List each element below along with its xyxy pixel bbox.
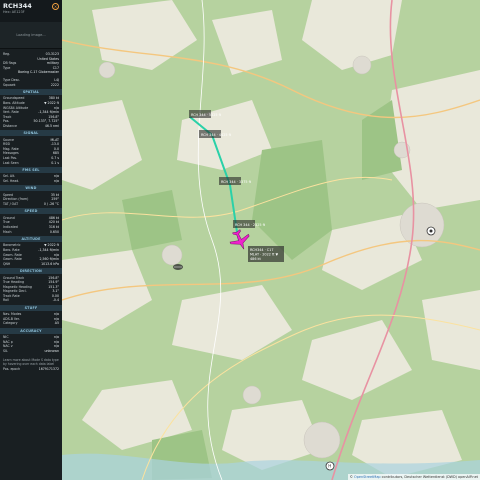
aircraft-photo-placeholder: Loading image... <box>0 22 62 49</box>
signal-label: Last Seen <box>3 160 19 165</box>
detail-sections: SPATIAL Groundspeed 380 kt Baro. Altitude ▼ … <box>0 88 62 354</box>
signal-row: Last Seen 0.1 s <box>0 161 62 166</box>
callsign-text: RCH344 <box>3 2 32 10</box>
info-value: Boeing C-17 Globemaster <box>17 70 59 75</box>
direction-value: -0.4 <box>52 298 59 303</box>
wind-value: 0 / -26 °C <box>43 202 59 206</box>
trail-label-4: RCH 344 · 2325 ft <box>235 223 266 227</box>
pos-epoch-label: Pos. epoch <box>3 366 21 371</box>
heliport-icon: H <box>325 461 335 471</box>
trail-label-2: RCH 344 · 4425 ft <box>201 133 232 137</box>
section-header-direction[interactable]: DIRECTION <box>0 267 62 274</box>
section-header-speed[interactable]: SPEED <box>0 208 62 215</box>
spatial-row: Distance 46.5 nmi <box>0 124 62 129</box>
fms-label: Sel. Head. <box>3 179 20 184</box>
wind-label: TAT / OAT <box>3 202 19 206</box>
section-header-altitude[interactable]: ALTITUDE <box>0 235 62 242</box>
type-info-list: Type Desc. L4J Squawk 2222 <box>0 78 62 87</box>
section-header-wind[interactable]: WIND <box>0 185 62 192</box>
type-label: Squawk <box>3 82 16 87</box>
section-header-fms[interactable]: FMS SEL <box>0 166 62 173</box>
stuff-row: Category A5 <box>0 321 62 326</box>
map-canvas[interactable]: RCH 344 · 5325 ft RCH 344 · 4425 ft RCH … <box>62 0 480 480</box>
aircraft-label: RCH344 · C17 MLAT · 2022 ft ▼ 486 kt <box>248 246 284 262</box>
altitude-value: 1013.6 hPa <box>41 261 59 266</box>
type-value: 2222 <box>50 82 59 87</box>
direction-label: Roll <box>3 298 9 303</box>
trail-label-3: RCH 344 · 3375 ft <box>221 180 252 184</box>
pos-epoch-row: Pos. epoch 1679171372 <box>0 367 62 372</box>
type-row: Squawk 2222 <box>0 83 62 88</box>
spatial-label: Distance <box>3 123 17 128</box>
signal-value: 0.1 s <box>51 160 59 165</box>
hex-code-text: Hex: AE123F <box>3 10 25 14</box>
accuracy-label: SIL <box>3 349 8 353</box>
map-view[interactable]: RCH 344 · 5325 ft RCH 344 · 4425 ft RCH … <box>62 0 480 480</box>
section-header-stuff[interactable]: STUFF <box>0 304 62 311</box>
altitude-label: QNH <box>3 261 11 266</box>
section-header-spatial[interactable]: SPATIAL <box>0 88 62 95</box>
map-attribution: © OpenStreetMap contributors, Deutscher … <box>347 474 480 480</box>
pos-epoch-value: 1679171372 <box>38 366 59 371</box>
aircraft-label-line2: MLAT · 2022 ft ▼ <box>250 253 279 257</box>
airfield-icon <box>173 264 183 270</box>
aircraft-details-panel: RCH344 Hex: AE123F × Loading image... Re… <box>0 0 63 480</box>
section-header-accuracy[interactable]: ACCURACY <box>0 327 62 334</box>
info-label: Type <box>3 65 11 70</box>
aircraft-label-line3: 486 kt <box>250 257 262 261</box>
fms-row: Sel. Head. n/a <box>0 179 62 184</box>
close-icon[interactable]: × <box>52 3 59 10</box>
stuff-label: Category <box>3 321 18 326</box>
svg-text:H: H <box>328 464 331 469</box>
info-label: Reg. <box>3 52 11 56</box>
speed-value: 0.650 <box>49 229 59 234</box>
speed-row: Mach 0.650 <box>0 230 62 235</box>
altitude-row: QNH 1013.6 hPa <box>0 262 62 267</box>
osm-link[interactable]: OpenStreetMap <box>354 475 381 479</box>
section-header-signal[interactable]: SIGNAL <box>0 130 62 137</box>
wind-row: TAT / OAT 0 / -26 °C <box>0 202 62 207</box>
panel-header: RCH344 Hex: AE123F × <box>0 0 62 22</box>
trail-label-1: RCH 344 · 5325 ft <box>191 113 222 117</box>
airport-icon <box>426 226 436 236</box>
speed-label: Mach <box>3 229 12 234</box>
fms-value: n/a <box>53 179 59 184</box>
aircraft-info-list: Reg. 03-3123 United States DB flags military… <box>0 52 62 75</box>
spatial-value: 46.5 nmi <box>44 123 59 128</box>
stuff-value: A5 <box>54 321 59 326</box>
aircraft-label-line1: RCH344 · C17 <box>250 248 274 252</box>
attribution-rest: contributors, Deutscher Wetterdienst (DW… <box>380 475 478 479</box>
accuracy-value: unknown <box>44 349 59 353</box>
direction-row: Roll -0.4 <box>0 298 62 303</box>
mode-s-note: Learn more about Mode S data type by hov… <box>3 357 59 366</box>
